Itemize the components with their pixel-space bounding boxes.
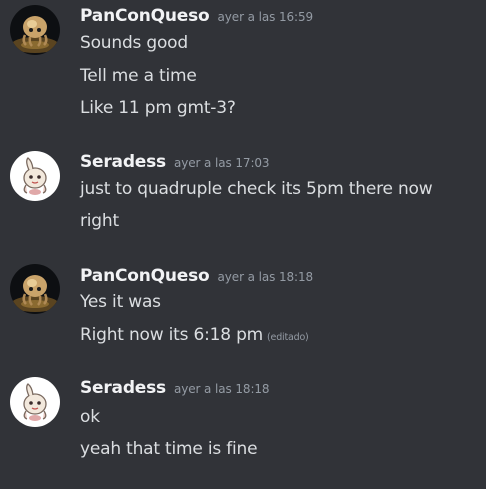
- avatar[interactable]: [10, 377, 60, 427]
- avatar-octopus-icon: [10, 5, 60, 55]
- avatar[interactable]: [10, 5, 60, 55]
- timestamp[interactable]: ayer a las 16:59: [218, 10, 314, 24]
- timestamp[interactable]: ayer a las 18:18: [218, 270, 314, 284]
- message-text-content: Right now its 6:18 pm: [80, 325, 264, 345]
- username[interactable]: Seradess: [80, 378, 166, 398]
- message-text: yeah that time is fine: [80, 439, 258, 459]
- username[interactable]: PanConQueso: [80, 266, 210, 286]
- avatar-creature-icon: [10, 377, 60, 427]
- avatar-creature-icon: [10, 151, 60, 201]
- message-text: ok: [80, 407, 100, 427]
- timestamp[interactable]: ayer a las 18:18: [174, 382, 270, 396]
- message-header: PanConQueso ayer a las 18:18: [80, 266, 313, 288]
- edited-label[interactable]: (editado): [267, 332, 309, 343]
- message-text: right: [80, 211, 119, 231]
- username[interactable]: PanConQueso: [80, 6, 210, 26]
- message-text: just to quadruple check its 5pm there no…: [80, 179, 433, 199]
- message-text: Right now its 6:18 pm (editado): [80, 325, 309, 345]
- message-header: Seradess ayer a las 17:03: [80, 152, 270, 174]
- avatar[interactable]: [10, 264, 60, 314]
- username[interactable]: Seradess: [80, 152, 166, 172]
- avatar-octopus-icon: [10, 264, 60, 314]
- message-text: Tell me a time: [80, 66, 197, 86]
- message-header: Seradess ayer a las 18:18: [80, 378, 270, 400]
- message-text: Sounds good: [80, 33, 188, 53]
- avatar[interactable]: [10, 151, 60, 201]
- message-header: PanConQueso ayer a las 16:59: [80, 6, 313, 28]
- timestamp[interactable]: ayer a las 17:03: [174, 156, 270, 170]
- message-text: Yes it was: [80, 292, 161, 312]
- message-text: Like 11 pm gmt-3?: [80, 98, 236, 118]
